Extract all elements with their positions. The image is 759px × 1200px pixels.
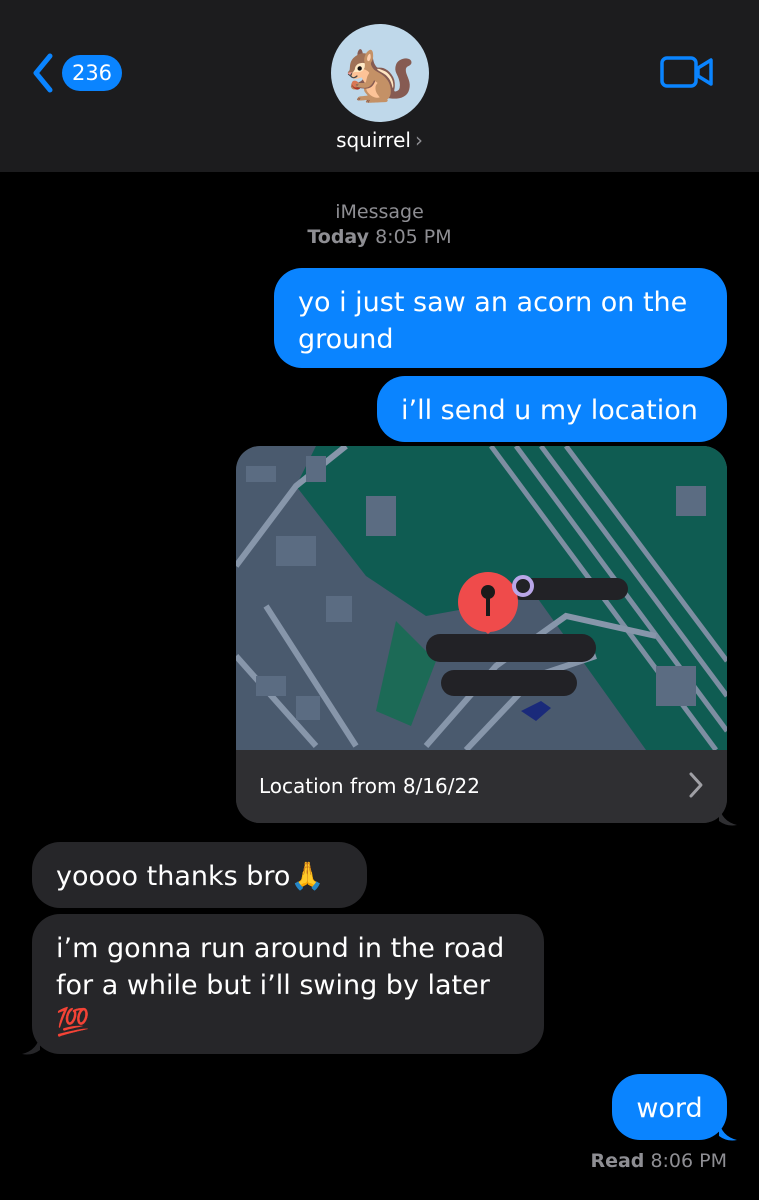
back-button[interactable]: 236 bbox=[30, 52, 122, 94]
message-text: i’m gonna run around in the road for a w… bbox=[56, 933, 505, 1038]
avatar-emoji: 🐿️ bbox=[343, 38, 417, 107]
facetime-video-icon[interactable] bbox=[660, 54, 714, 90]
bubble-tail bbox=[22, 1034, 40, 1055]
service-label: iMessage bbox=[335, 201, 424, 223]
message-text: yoooo thanks bro🙏 bbox=[56, 861, 325, 892]
chevron-left-icon bbox=[33, 53, 53, 93]
contact-name-button[interactable]: squirrel › bbox=[0, 128, 759, 152]
message-bubble-incoming[interactable]: i’m gonna run around in the road for a w… bbox=[32, 914, 544, 1054]
message-bubble-outgoing[interactable]: yo i just saw an acorn on the ground bbox=[274, 268, 727, 368]
location-footer[interactable]: Location from 8/16/22 bbox=[236, 750, 727, 823]
read-receipt: Read 8:06 PM bbox=[590, 1150, 727, 1172]
timestamp-day: Today bbox=[307, 226, 370, 248]
message-text: yo i just saw an acorn on the ground bbox=[298, 287, 688, 355]
read-label: Read bbox=[590, 1150, 645, 1172]
chevron-right-icon bbox=[689, 772, 703, 798]
message-text: word bbox=[636, 1093, 703, 1124]
map-preview bbox=[236, 446, 727, 750]
message-bubble-outgoing[interactable]: i’ll send u my location bbox=[377, 376, 727, 442]
location-card[interactable]: Location from 8/16/22 bbox=[236, 446, 727, 823]
avatar[interactable]: 🐿️ bbox=[331, 24, 429, 122]
conversation-meta: iMessage Today 8:05 PM bbox=[0, 200, 759, 250]
message-bubble-outgoing[interactable]: word bbox=[612, 1074, 727, 1140]
bubble-tail bbox=[719, 1120, 737, 1141]
message-text: i’ll send u my location bbox=[401, 395, 698, 426]
location-label: Location from 8/16/22 bbox=[259, 774, 480, 798]
message-bubble-incoming[interactable]: yoooo thanks bro🙏 bbox=[32, 842, 367, 908]
timestamp-time: 8:05 PM bbox=[375, 226, 452, 248]
read-time: 8:06 PM bbox=[650, 1150, 727, 1172]
conversation-header: 236 🐿️ squirrel › bbox=[0, 0, 759, 172]
contact-name: squirrel bbox=[336, 128, 411, 152]
bubble-tail bbox=[719, 805, 737, 826]
chevron-right-icon: › bbox=[414, 128, 423, 152]
unread-badge: 236 bbox=[62, 55, 122, 91]
